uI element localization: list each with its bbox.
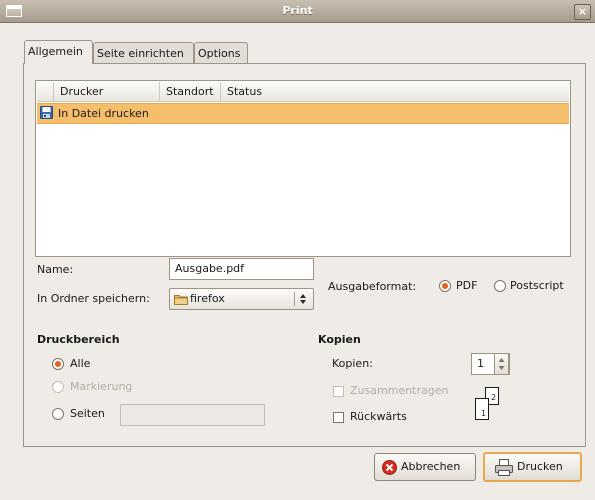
range-pages-radio[interactable]: [52, 408, 64, 420]
folder-value: firefox: [190, 292, 225, 305]
folder-label: In Ordner speichern:: [37, 292, 150, 305]
range-all-radio[interactable]: [52, 358, 64, 370]
print-label: Drucken: [517, 460, 563, 473]
cancel-label: Abbrechen: [401, 460, 461, 473]
combo-separator: [294, 292, 295, 306]
range-selection-label: Markierung: [70, 380, 133, 393]
close-button[interactable]: ×: [574, 4, 591, 20]
name-label-text: Name:: [37, 263, 74, 276]
copies-label: Kopien:: [332, 357, 373, 370]
print-dialog: Print × Allgemein Seite einrichten Optio…: [0, 0, 595, 500]
format-pdf-label[interactable]: PDF: [456, 279, 477, 292]
cancel-button[interactable]: Abbrechen: [374, 453, 476, 481]
column-header-spacer: [37, 82, 54, 102]
page-preview-front: 1: [475, 398, 489, 420]
tab-options[interactable]: Options: [194, 42, 248, 64]
format-label: Ausgabeformat:: [328, 280, 417, 293]
format-pdf-radio[interactable]: [439, 280, 451, 292]
window-title: Print: [282, 4, 313, 17]
column-header-standort[interactable]: Standort: [160, 82, 221, 102]
format-postscript-radio[interactable]: [494, 280, 506, 292]
name-input[interactable]: Ausgabe.pdf: [169, 258, 314, 280]
column-header-drucker[interactable]: Drucker: [54, 82, 160, 102]
tab-allgemein[interactable]: Allgemein: [24, 40, 93, 64]
reverse-label[interactable]: Rückwärts: [350, 410, 407, 423]
cancel-icon: [382, 460, 397, 475]
collate-checkbox: [333, 386, 344, 397]
column-header-status[interactable]: Status: [221, 82, 569, 102]
printer-row[interactable]: In Datei drucken: [37, 103, 569, 124]
page-preview-number-1: 1: [481, 409, 487, 418]
pages-input[interactable]: [120, 404, 265, 426]
printer-icon: [495, 459, 513, 476]
save-file-icon: [40, 106, 53, 119]
tab-seite-einrichten[interactable]: Seite einrichten: [93, 42, 194, 64]
folder-icon: [174, 295, 188, 305]
spin-arrows-icon: [498, 358, 505, 370]
folder-combo[interactable]: firefox: [169, 288, 314, 310]
name-label: Name:: [37, 263, 73, 276]
collate-label: Zusammentragen: [350, 384, 449, 397]
printer-name: In Datei drucken: [58, 107, 149, 120]
copies-spinner-buttons[interactable]: [494, 353, 509, 375]
page-preview-number-2: 2: [491, 393, 497, 402]
range-selection-radio: [52, 381, 64, 393]
range-heading: Druckbereich: [37, 333, 120, 346]
range-pages-label[interactable]: Seiten: [70, 407, 105, 420]
reverse-checkbox[interactable]: [333, 412, 344, 423]
format-postscript-label[interactable]: Postscript: [510, 279, 564, 292]
updown-arrow-icon: [300, 294, 306, 304]
header-divider: [37, 101, 569, 102]
print-button[interactable]: Drucken: [483, 452, 582, 482]
copies-heading: Kopien: [318, 333, 361, 346]
printer-list[interactable]: Drucker Standort Status In Datei drucken: [35, 80, 571, 257]
range-all-label[interactable]: Alle: [70, 357, 90, 370]
